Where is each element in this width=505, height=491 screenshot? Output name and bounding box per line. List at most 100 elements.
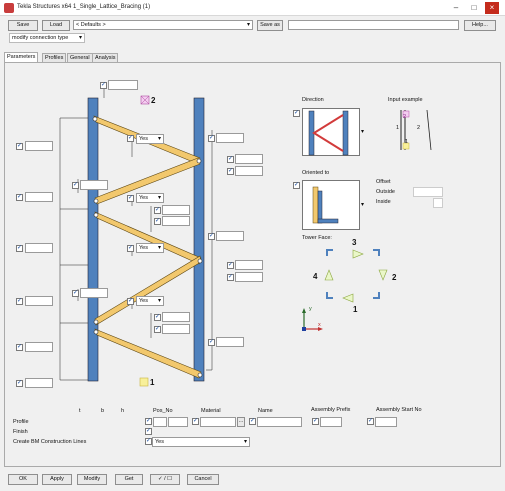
right-5-input[interactable] [235, 260, 263, 270]
gap-1-checkbox[interactable]: ✓ [72, 182, 79, 189]
combo-3-checkbox[interactable]: ✓ [127, 245, 134, 252]
assembly-start-input[interactable] [375, 417, 397, 427]
chevron-down-icon: ▾ [157, 195, 161, 201]
dim-5-input[interactable] [25, 342, 53, 352]
combo-4-select[interactable]: Yes ▾ [136, 296, 164, 306]
assembly-prefix-input[interactable] [320, 417, 342, 427]
dim-4-checkbox[interactable]: ✓ [16, 298, 23, 305]
combo-4-checkbox[interactable]: ✓ [127, 298, 134, 305]
material-browse-button[interactable]: ... [237, 417, 245, 427]
right-3-checkbox[interactable]: ✓ [227, 168, 234, 175]
node-label-2: 2 [151, 96, 156, 105]
mid-3-checkbox[interactable]: ✓ [154, 314, 161, 321]
col-b-label: b [101, 408, 105, 414]
combo-1-checkbox[interactable]: ✓ [127, 135, 134, 142]
right-column [193, 97, 205, 382]
combo-2-select[interactable]: Yes ▾ [136, 193, 164, 203]
right-7-input[interactable] [216, 337, 244, 347]
oriented-checkbox[interactable]: ✓ [293, 182, 300, 189]
combo-4-value: Yes [139, 298, 148, 304]
name-checkbox[interactable]: ✓ [249, 418, 256, 425]
dim-6-checkbox[interactable]: ✓ [16, 380, 23, 387]
right-4-checkbox[interactable]: ✓ [208, 233, 215, 240]
oriented-diagram [312, 186, 339, 224]
toggle-checkboxes-button[interactable]: ✓ / ☐ [150, 474, 180, 485]
profile-label: Profile [13, 419, 29, 425]
top-offset-checkbox[interactable]: ✓ [100, 82, 107, 89]
combo-2-checkbox[interactable]: ✓ [127, 195, 134, 202]
mid-4-checkbox[interactable]: ✓ [154, 326, 161, 333]
right-5-checkbox[interactable]: ✓ [227, 262, 234, 269]
name-label: Name [258, 408, 273, 414]
mid-2-checkbox[interactable]: ✓ [154, 218, 161, 225]
input-example-2b: 2 [417, 125, 421, 131]
chevron-down-icon[interactable]: ▾ [361, 128, 364, 135]
right-2-checkbox[interactable]: ✓ [227, 156, 234, 163]
dim-2-checkbox[interactable]: ✓ [16, 194, 23, 201]
oriented-select[interactable] [302, 180, 360, 230]
mid-4-input[interactable] [162, 324, 190, 334]
dim-5-checkbox[interactable]: ✓ [16, 344, 23, 351]
material-input[interactable] [200, 417, 236, 427]
finish-checkbox[interactable]: ✓ [145, 428, 152, 435]
create-bm-value: Yes [155, 439, 164, 445]
gap-2-checkbox[interactable]: ✓ [72, 290, 79, 297]
right-1-checkbox[interactable]: ✓ [208, 135, 215, 142]
pos-no-label: Pos_No [153, 408, 173, 414]
mid-1-checkbox[interactable]: ✓ [154, 207, 161, 214]
combo-3-select[interactable]: Yes ▾ [136, 243, 164, 253]
cancel-button[interactable]: Cancel [187, 474, 219, 485]
right-1-input[interactable] [216, 133, 244, 143]
create-bm-label: Create BM Construction Lines [13, 439, 87, 445]
gap-1-input[interactable] [80, 180, 108, 190]
assembly-start-label: Assembly Start No [376, 407, 422, 413]
direction-checkbox[interactable]: ✓ [293, 110, 300, 117]
material-checkbox[interactable]: ✓ [192, 418, 199, 425]
combo-1-select[interactable]: Yes ▾ [136, 134, 164, 144]
inside-input[interactable] [433, 198, 443, 208]
mid-3-input[interactable] [162, 312, 190, 322]
chevron-down-icon: ▾ [157, 136, 161, 142]
name-input[interactable] [257, 417, 302, 427]
ok-button[interactable]: OK [8, 474, 38, 485]
pos-no-checkbox[interactable]: ✓ [145, 418, 152, 425]
modify-button[interactable]: Modify [77, 474, 107, 485]
assembly-prefix-checkbox[interactable]: ✓ [312, 418, 319, 425]
col-h-label: h [121, 408, 125, 414]
dim-3-input[interactable] [25, 243, 53, 253]
axes-icon [302, 308, 323, 331]
assembly-start-checkbox[interactable]: ✓ [367, 418, 374, 425]
right-2-input[interactable] [235, 154, 263, 164]
mid-2-input[interactable] [162, 216, 190, 226]
dim-6-input[interactable] [25, 378, 53, 388]
mid-1-input[interactable] [162, 205, 190, 215]
outside-input[interactable] [413, 187, 443, 197]
dim-1-checkbox[interactable]: ✓ [16, 143, 23, 150]
direction-select[interactable] [302, 108, 360, 156]
dim-3-checkbox[interactable]: ✓ [16, 245, 23, 252]
right-6-input[interactable] [235, 272, 263, 282]
pos-no-prefix-input[interactable] [153, 417, 167, 427]
right-7-checkbox[interactable]: ✓ [208, 339, 215, 346]
top-offset-input[interactable] [108, 80, 138, 90]
right-4-input[interactable] [216, 231, 244, 241]
get-button[interactable]: Get [115, 474, 143, 485]
create-bm-checkbox[interactable]: ✓ [145, 438, 152, 445]
right-3-input[interactable] [235, 166, 263, 176]
apply-button[interactable]: Apply [42, 474, 72, 485]
create-bm-select[interactable]: Yes ▾ [152, 437, 250, 447]
input-example-label: Input example [388, 97, 423, 103]
dim-2-input[interactable] [25, 192, 53, 202]
direction-diagram [308, 110, 349, 156]
chevron-down-icon[interactable]: ▾ [361, 201, 364, 208]
right-6-checkbox[interactable]: ✓ [227, 274, 234, 281]
node-marker-1-icon [139, 377, 149, 387]
chevron-down-icon: ▾ [157, 298, 161, 304]
tower-face-diagram [324, 249, 388, 303]
dim-1-input[interactable] [25, 141, 53, 151]
dim-4-input[interactable] [25, 296, 53, 306]
tower-face-3: 3 [352, 238, 357, 247]
material-label: Material [201, 408, 221, 414]
pos-no-start-input[interactable] [168, 417, 188, 427]
gap-2-input[interactable] [80, 288, 108, 298]
